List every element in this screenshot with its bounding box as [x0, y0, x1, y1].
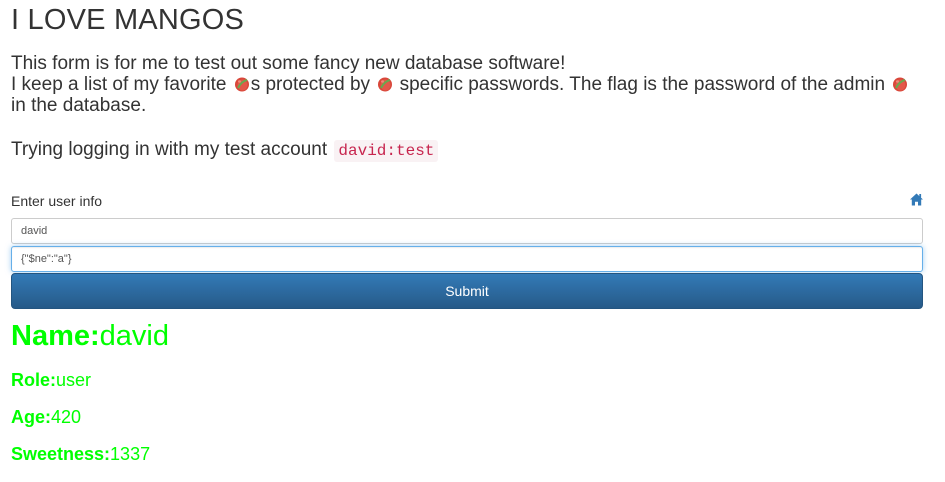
intro-line-2-part-2: s protected by [250, 74, 376, 95]
result-sweetness-label: Sweetness: [11, 444, 111, 464]
test-account-text: Trying logging in with my test account [11, 139, 328, 160]
result-age: Age:420 [11, 407, 81, 428]
form-heading-label: Enter user info [11, 193, 103, 209]
result-sweetness-value: 1337 [110, 444, 151, 464]
submit-button[interactable]: Submit [11, 273, 923, 309]
result-role-label: Role: [11, 370, 56, 390]
result-age-value: 420 [51, 407, 82, 427]
result-name-label: Name: [11, 320, 100, 352]
intro-line-1: This form is for me to test out some fan… [11, 53, 566, 74]
password-input[interactable] [11, 246, 923, 272]
result-name-value: david [99, 320, 169, 352]
result-sweetness: Sweetness:1337 [11, 444, 150, 465]
intro-line-3: in the database. [11, 95, 147, 116]
form-heading: Enter user info [11, 192, 923, 212]
page: I LOVE MANGOS This form is for me to tes… [0, 0, 945, 482]
intro-line-2-part-1: I keep a list of my favorite [11, 74, 232, 95]
home-icon[interactable] [910, 193, 923, 206]
result-name: Name:david [11, 320, 169, 353]
username-input[interactable] [11, 218, 923, 244]
intro-text: This form is for me to test out some fan… [11, 53, 931, 116]
mango-icon [234, 77, 249, 92]
mango-icon [893, 77, 908, 92]
intro-line-2-part-3: specific passwords. The flag is the pass… [394, 74, 891, 95]
intro-line-2: I keep a list of my favorite s protected… [11, 74, 931, 95]
result-role: Role:user [11, 370, 91, 391]
result-age-label: Age: [11, 407, 51, 427]
test-account-code: david:test [334, 140, 439, 162]
page-title: I LOVE MANGOS [11, 4, 245, 36]
mango-icon [378, 77, 393, 92]
test-account-hint: Trying logging in with my test account d… [11, 139, 439, 162]
result-role-value: user [56, 370, 92, 390]
